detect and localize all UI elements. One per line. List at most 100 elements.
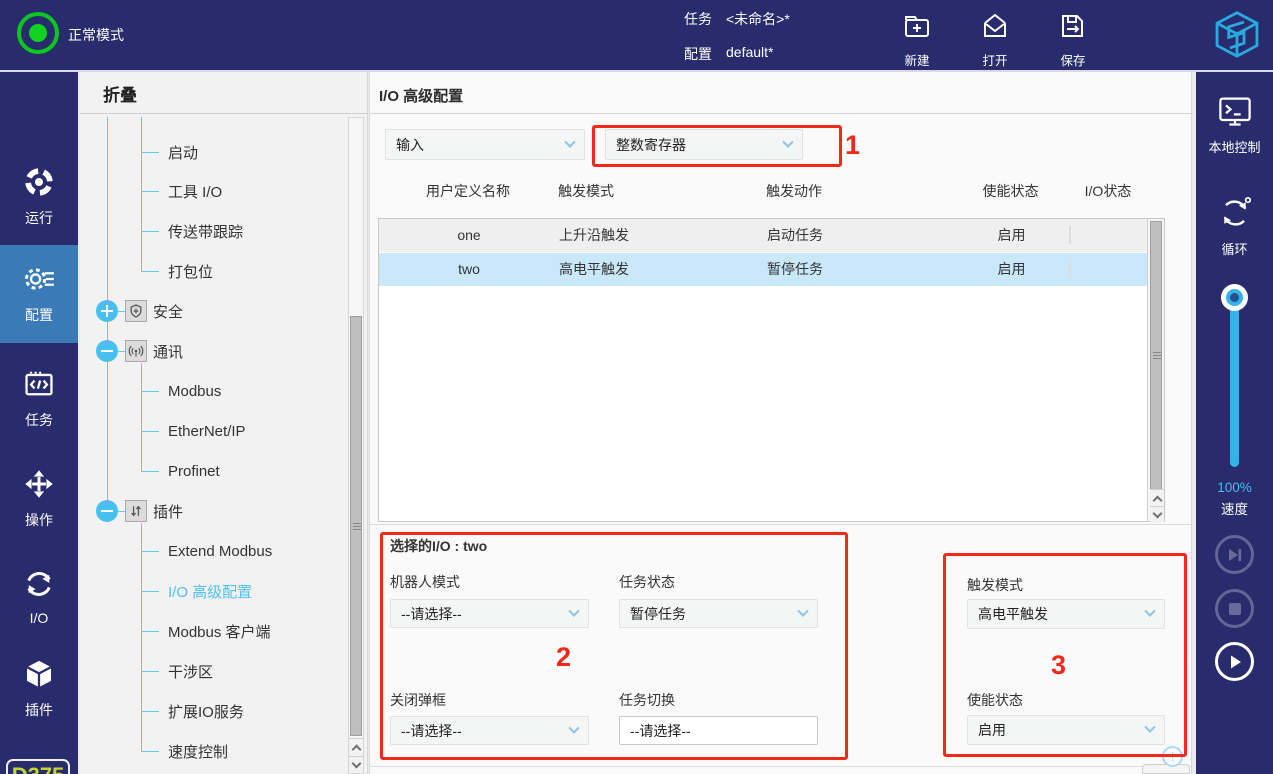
close-popup-dropdown[interactable]: --请选择-- bbox=[390, 716, 589, 745]
io-table: one 上升沿触发 启动任务 启用 two 高电平触发 暂停任务 启用 bbox=[378, 218, 1165, 522]
shield-icon bbox=[125, 300, 147, 322]
table-scrollbar[interactable] bbox=[1147, 219, 1164, 521]
scrollbar-thumb[interactable] bbox=[1150, 221, 1162, 491]
scrollbar-thumb[interactable] bbox=[350, 316, 362, 736]
nav-item-label: 操作 bbox=[0, 510, 78, 530]
collapse-icon[interactable] bbox=[96, 340, 118, 362]
collapse-icon[interactable] bbox=[96, 500, 118, 522]
table-row[interactable]: one 上升沿触发 启动任务 启用 bbox=[379, 219, 1164, 253]
stop-button[interactable] bbox=[1215, 589, 1254, 628]
run-icon bbox=[23, 185, 55, 202]
brand-logo-icon bbox=[1210, 8, 1264, 67]
nav-item-label: 配置 bbox=[0, 305, 78, 325]
speed-label: 速度 bbox=[1196, 498, 1273, 518]
column-header: 使能状态 bbox=[953, 180, 1068, 202]
config-label: 配置 bbox=[684, 44, 712, 64]
tree-item-modbus[interactable]: Modbus bbox=[162, 380, 221, 402]
chevron-down-icon bbox=[1144, 606, 1155, 617]
task-state-dropdown[interactable]: 暂停任务 bbox=[619, 599, 818, 628]
terminal-icon bbox=[1217, 115, 1253, 132]
tree-item-interference-zone[interactable]: 干涉区 bbox=[162, 660, 213, 682]
io-type-dropdown[interactable]: 输入 bbox=[385, 129, 585, 160]
tree-connector bbox=[141, 271, 159, 272]
speed-slider-handle[interactable] bbox=[1221, 284, 1248, 311]
nav-item-config[interactable]: 配置 bbox=[0, 245, 78, 343]
open-button[interactable]: 打开 bbox=[967, 10, 1023, 69]
nav-item-plugin[interactable]: 插件 bbox=[0, 650, 78, 730]
tree-item-extended-io-service[interactable]: 扩展IO服务 bbox=[162, 700, 244, 722]
divider bbox=[370, 524, 1193, 525]
scroll-down-button[interactable] bbox=[349, 756, 363, 773]
tree-item-conveyor[interactable]: 传送带跟踪 bbox=[162, 220, 243, 242]
tree-item-pack-position[interactable]: 打包位 bbox=[162, 260, 213, 282]
local-control-button[interactable]: 本地控制 bbox=[1196, 94, 1273, 156]
io-state-checkbox[interactable] bbox=[1069, 226, 1071, 244]
chevron-down-icon bbox=[782, 136, 793, 147]
column-header: 用户定义名称 bbox=[378, 180, 558, 202]
tree-item-ethernet-ip[interactable]: EtherNet/IP bbox=[162, 420, 246, 442]
tree-item-startup[interactable]: 启动 bbox=[162, 141, 198, 163]
tree-node-communication[interactable]: 通讯 bbox=[96, 340, 183, 362]
cell-trigger-action: 启动任务 bbox=[767, 219, 954, 252]
io-cycle-icon bbox=[23, 587, 55, 604]
new-button[interactable]: 新建 bbox=[889, 10, 945, 69]
robot-mode-label: 机器人模式 bbox=[390, 572, 460, 592]
nav-item-task[interactable]: 任务 bbox=[0, 360, 78, 440]
tree-item-modbus-client[interactable]: Modbus 客户端 bbox=[162, 620, 271, 642]
expand-icon[interactable] bbox=[96, 300, 118, 322]
tree-node-security[interactable]: 安全 bbox=[96, 300, 183, 322]
tree-item-label: 速度控制 bbox=[168, 741, 228, 762]
task-switch-field[interactable]: --请选择-- bbox=[619, 716, 818, 745]
robot-mode-dropdown[interactable]: --请选择-- bbox=[390, 599, 589, 628]
enable-state-dropdown[interactable]: 启用 bbox=[967, 715, 1165, 745]
io-state-checkbox[interactable] bbox=[1069, 260, 1071, 278]
scroll-down-button[interactable] bbox=[1150, 506, 1164, 523]
play-button[interactable] bbox=[1215, 642, 1254, 681]
cell-trigger-mode: 上升沿触发 bbox=[559, 219, 767, 252]
nav-item-operate[interactable]: 操作 bbox=[0, 460, 78, 540]
config-value: default* bbox=[726, 44, 773, 64]
cell-name: one bbox=[379, 219, 559, 252]
local-control-label: 本地控制 bbox=[1196, 137, 1273, 156]
save-button[interactable]: 保存 bbox=[1045, 10, 1101, 69]
trigger-mode-dropdown[interactable]: 高电平触发 bbox=[967, 599, 1165, 629]
tree-item-label: 干涉区 bbox=[168, 661, 213, 682]
enable-state-label: 使能状态 bbox=[967, 690, 1023, 710]
tree-scrollbar[interactable] bbox=[348, 117, 364, 774]
trigger-mode-value: 高电平触发 bbox=[978, 604, 1048, 624]
tree-item-io-advanced-config[interactable]: I/O 高级配置 bbox=[162, 580, 252, 602]
version-badge: D375 bbox=[6, 759, 70, 774]
register-type-dropdown[interactable]: 整数寄存器 bbox=[605, 129, 803, 160]
annotation-number-3: 3 bbox=[1051, 650, 1066, 681]
page-title: I/O 高级配置 bbox=[379, 85, 463, 106]
loop-button[interactable]: 循环 bbox=[1196, 196, 1273, 258]
cell-name: two bbox=[379, 253, 559, 286]
enable-state-value: 启用 bbox=[978, 720, 1006, 740]
trigger-mode-label: 触发模式 bbox=[967, 575, 1023, 595]
chevron-down-icon bbox=[568, 605, 579, 616]
column-header: I/O状态 bbox=[1068, 180, 1148, 202]
nav-item-label: 插件 bbox=[0, 700, 78, 720]
task-name-row: 任务 <未命名>* bbox=[684, 9, 790, 29]
tree-item-speed-control[interactable]: 速度控制 bbox=[162, 740, 228, 762]
nav-item-run[interactable]: 运行 bbox=[0, 158, 78, 238]
tree-item-profinet[interactable]: Profinet bbox=[162, 460, 220, 482]
nav-item-io[interactable]: I/O bbox=[0, 560, 78, 640]
tree-item-extend-modbus[interactable]: Extend Modbus bbox=[162, 540, 272, 562]
divider bbox=[370, 113, 1193, 114]
cell-trigger-mode: 高电平触发 bbox=[559, 253, 767, 286]
speed-percent: 100% bbox=[1196, 480, 1273, 495]
table-row-selected[interactable]: two 高电平触发 暂停任务 启用 bbox=[379, 253, 1164, 287]
table-header-row: 用户定义名称 触发模式 触发动作 使能状态 I/O状态 bbox=[378, 180, 1148, 202]
info-icon[interactable]: ! bbox=[1162, 746, 1183, 767]
tree-node-plugin[interactable]: 插件 bbox=[96, 500, 183, 522]
speed-slider-track[interactable] bbox=[1230, 297, 1239, 467]
main-panel: I/O 高级配置 输入 整数寄存器 用户定义名称 触发模式 触发动作 使能状态 … bbox=[369, 72, 1192, 774]
tree-connector bbox=[141, 523, 142, 751]
tree-item-tool-io[interactable]: 工具 I/O bbox=[162, 180, 222, 202]
collapse-button[interactable]: 折叠 bbox=[103, 81, 137, 106]
scroll-up-button[interactable] bbox=[1150, 489, 1164, 506]
skip-to-end-button[interactable] bbox=[1215, 535, 1254, 574]
scroll-up-button[interactable] bbox=[349, 738, 363, 755]
task-label: 任务 bbox=[684, 9, 712, 29]
